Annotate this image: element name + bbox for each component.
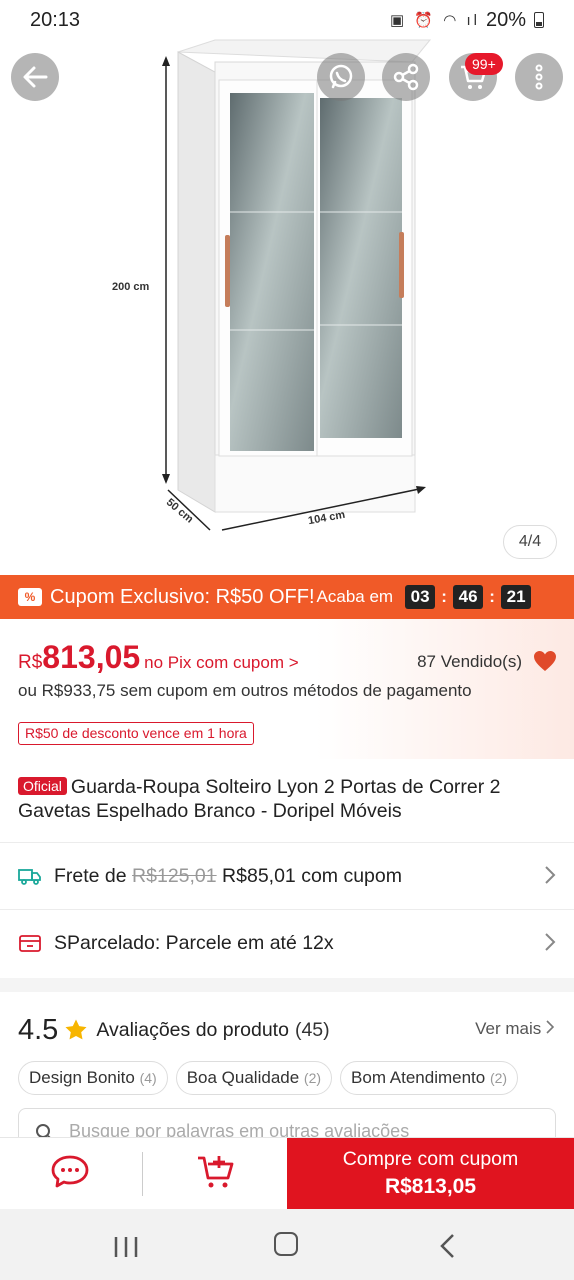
- battery-percent: 20%: [485, 8, 526, 31]
- status-icons: ▣ ⏰ ◠ ıl: [390, 12, 480, 29]
- pix-coupon-link[interactable]: no Pix com cupom >: [144, 653, 299, 673]
- countdown-hours: 03: [405, 585, 436, 609]
- reviews-header: 4.5 Avaliações do produto (45) Ver mais: [18, 1010, 558, 1050]
- chip-count: (2): [303, 1070, 322, 1086]
- more-options-button[interactable]: [515, 53, 563, 101]
- price-amount: 813,05: [42, 639, 141, 675]
- star-icon: [65, 1019, 87, 1040]
- whatsapp-icon: [329, 64, 353, 89]
- bar-separator: [142, 1152, 143, 1196]
- product-image-gallery[interactable]: 200 cm 104 cm 50 cm 99+ 4/4: [0, 0, 574, 574]
- price-row[interactable]: R$ 813,05 no Pix com cupom >: [18, 639, 299, 676]
- image-page-indicator: 4/4: [503, 525, 557, 559]
- back-arrow-icon: [23, 66, 48, 88]
- battery-icon: [534, 12, 544, 28]
- back-button[interactable]: [11, 53, 59, 101]
- coupon-icon: %: [18, 588, 42, 606]
- installments-label: SParcelado: Parcele em até 12x: [54, 931, 334, 954]
- official-badge: Oficial: [18, 777, 67, 795]
- review-chip[interactable]: Boa Qualidade (2): [175, 1061, 333, 1095]
- chip-count: (2): [489, 1070, 508, 1086]
- review-chip[interactable]: Bom Atendimento (2): [340, 1061, 519, 1095]
- status-bar: 20:13 ▣ ⏰ ◠ ıl 20%: [0, 0, 574, 40]
- buy-with-coupon-button[interactable]: Compre com cupom R$813,05: [287, 1138, 574, 1210]
- share-icon: [393, 63, 419, 91]
- card-icon: [18, 933, 42, 953]
- coupon-title: Cupom Exclusivo: R$50 OFF!: [50, 585, 315, 608]
- chevron-right-icon: [545, 933, 556, 951]
- coupon-banner[interactable]: % Cupom Exclusivo: R$50 OFF! Acaba em 03…: [0, 575, 574, 619]
- price-section: R$ 813,05 no Pix com cupom > 87 Vendido(…: [0, 619, 574, 759]
- price-currency: R$: [18, 652, 43, 673]
- status-right: ▣ ⏰ ◠ ıl 20%: [390, 9, 544, 32]
- coupon-ends-label: Acaba em: [316, 587, 394, 606]
- truck-icon: [18, 866, 42, 886]
- rating-value: 4.5: [18, 1013, 59, 1046]
- more-icon: [535, 64, 543, 90]
- installments-row[interactable]: SParcelado: Parcele em até 12x: [0, 910, 574, 976]
- share-button[interactable]: [382, 53, 430, 101]
- coupon-countdown: 03 : 46 : 21: [405, 585, 532, 609]
- dimension-height: 200 cm: [112, 281, 150, 293]
- back-icon[interactable]: [438, 1233, 458, 1259]
- product-title-block: Oficial Guarda-Roupa Solteiro Lyon 2 Port…: [18, 775, 558, 823]
- whatsapp-button[interactable]: [317, 53, 365, 101]
- buy-price: R$813,05: [384, 1175, 477, 1198]
- shipping-new-price: R$85,01 com cupom: [222, 864, 402, 887]
- timer-separator: :: [489, 587, 495, 606]
- buy-label: Compre com cupom: [342, 1148, 519, 1170]
- alt-price-text: ou R$933,75 sem cupom em outros métodos …: [18, 681, 472, 700]
- countdown-seconds: 21: [501, 585, 532, 609]
- bottom-action-bar: Compre com cupom R$813,05: [0, 1137, 574, 1210]
- chevron-right-icon: [545, 866, 556, 884]
- reviews-count: (45): [294, 1018, 330, 1041]
- shipping-label: Frete de: [54, 864, 127, 887]
- discount-expiry-tag: R$50 de desconto vence em 1 hora: [18, 722, 254, 745]
- section-gap: [0, 978, 574, 992]
- see-more-reviews-link[interactable]: Ver mais: [475, 1019, 555, 1039]
- product-title: Guarda-Roupa Solteiro Lyon 2 Portas de C…: [18, 776, 501, 822]
- cart-badge: 99+: [465, 53, 503, 75]
- review-chip[interactable]: Design Bonito (4): [18, 1061, 168, 1095]
- add-to-cart-icon[interactable]: [196, 1154, 236, 1190]
- status-time: 20:13: [30, 8, 81, 31]
- see-more-label: Ver mais: [475, 1019, 542, 1038]
- reviews-title: Avaliações do produto: [96, 1018, 289, 1041]
- chevron-right-icon: [546, 1020, 555, 1034]
- timer-separator: :: [441, 587, 447, 606]
- system-nav-bar: [0, 1209, 574, 1280]
- heart-icon[interactable]: [533, 650, 557, 672]
- countdown-minutes: 46: [453, 585, 484, 609]
- shipping-row[interactable]: Frete de R$125,01 R$85,01 com cupom: [0, 843, 574, 909]
- chip-label: Design Bonito: [29, 1068, 135, 1087]
- chip-count: (4): [139, 1070, 157, 1086]
- chip-label: Bom Atendimento: [351, 1068, 486, 1087]
- shipping-old-price: R$125,01: [132, 864, 217, 887]
- chip-label: Boa Qualidade: [186, 1068, 300, 1087]
- review-tag-chips: Design Bonito (4) Boa Qualidade (2) Bom …: [18, 1061, 519, 1095]
- recent-apps-icon[interactable]: [113, 1235, 139, 1259]
- home-icon[interactable]: [274, 1232, 298, 1256]
- sold-count: 87 Vendido(s): [417, 652, 522, 671]
- chat-icon[interactable]: [50, 1154, 90, 1190]
